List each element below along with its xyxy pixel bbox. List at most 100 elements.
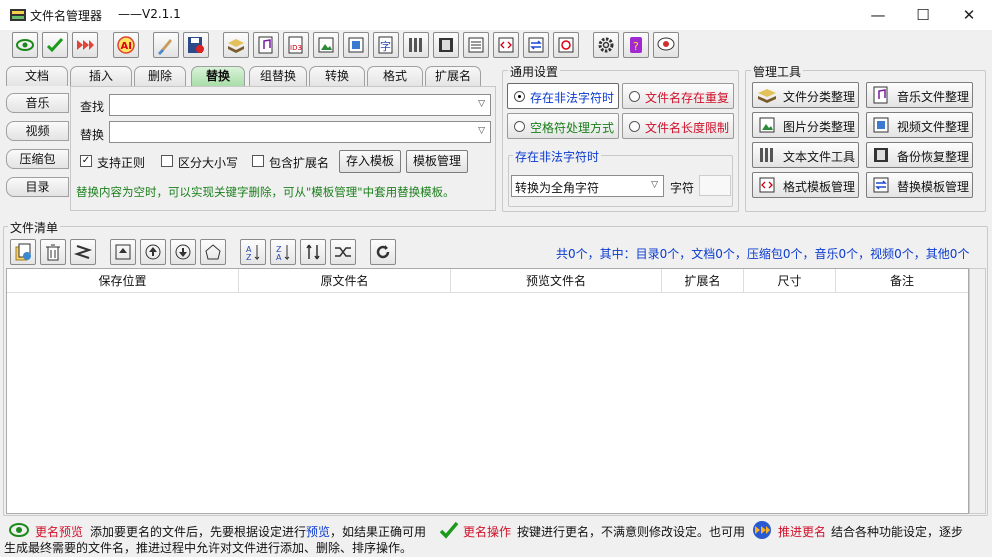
tab-format[interactable]: 格式 [367, 66, 423, 86]
svg-text:A: A [276, 253, 282, 262]
id3-icon[interactable]: ID3 [283, 32, 309, 58]
column-header[interactable]: 原文件名 [239, 269, 451, 293]
film-icon[interactable] [433, 32, 459, 58]
close-button[interactable]: ✕ [946, 0, 992, 30]
tab-delete[interactable]: 删除 [134, 66, 186, 86]
reload-icon[interactable] [370, 239, 396, 265]
move-top-icon[interactable] [110, 239, 136, 265]
sort-za-icon[interactable]: ZA [270, 239, 296, 265]
column-header[interactable]: 保存位置 [7, 269, 239, 293]
move-bottom-icon[interactable] [200, 239, 226, 265]
folder-icon[interactable] [403, 32, 429, 58]
music-icon[interactable] [253, 32, 279, 58]
notes-icon[interactable] [463, 32, 489, 58]
tab-group-replace[interactable]: 组替换 [249, 66, 307, 86]
sort-az-icon[interactable]: AZ [240, 239, 266, 265]
svg-text:Z: Z [246, 253, 252, 262]
sidetab-directory[interactable]: 目录 [6, 177, 69, 197]
svg-text:字: 字 [380, 39, 391, 53]
refresh-icon[interactable] [553, 32, 579, 58]
svg-text:?: ? [633, 40, 639, 53]
help-text-3: 按键进行更名，不满意则修改设定。也可用 [517, 525, 746, 539]
text-icon[interactable]: 字 [373, 32, 399, 58]
replace-input[interactable]: ▽ [109, 121, 491, 143]
svg-text:ID3: ID3 [290, 44, 302, 52]
swap-icon[interactable] [523, 32, 549, 58]
music-organize-button[interactable]: 音乐文件整理 [866, 82, 973, 108]
video-organize-button[interactable]: 视频文件整理 [866, 112, 973, 138]
help-text-4: 结合各种功能设定，逐步 [831, 525, 964, 539]
text-tool-button[interactable]: 文本文件工具 [752, 142, 859, 168]
sidetab-archive[interactable]: 压缩包 [6, 149, 69, 169]
column-header[interactable]: 预览文件名 [451, 269, 662, 293]
move-up-icon[interactable] [140, 239, 166, 265]
sidetab-video[interactable]: 视频 [6, 121, 69, 141]
code-icon [759, 177, 775, 193]
help-text-5: 生成最终需要的文件名，推进过程中允许对文件进行添加、删除、排序操作。 [4, 541, 413, 555]
image-icon[interactable] [313, 32, 339, 58]
code-icon[interactable] [493, 32, 519, 58]
tab-replace[interactable]: 替换 [191, 66, 245, 87]
convert-select[interactable]: 转换为全角字符 ▽ [511, 175, 664, 197]
help-icon[interactable]: ? [623, 32, 649, 58]
rename-icon [439, 521, 459, 539]
preview-link[interactable]: 预览 [306, 523, 330, 540]
reverse-order-icon[interactable] [300, 239, 326, 265]
tools-title: 管理工具 [751, 63, 804, 80]
replace-hint: 替换内容为空时，可以实现关键字删除，可从"模板管理"中套用替换模板。 [76, 185, 455, 199]
case-checkbox[interactable] [161, 155, 173, 167]
help-text-1: 添加要更名的文件后，先要根据设定进行 [90, 525, 307, 539]
vertical-scrollbar[interactable] [969, 268, 986, 514]
save-icon[interactable] [183, 32, 209, 58]
tab-convert[interactable]: 转换 [309, 66, 365, 86]
find-label: 查找 [80, 100, 105, 114]
rename-icon[interactable] [42, 32, 68, 58]
chevron-down-icon: ▽ [478, 99, 485, 109]
settings-title: 通用设置 [508, 63, 561, 80]
regex-checkbox[interactable]: ✓ [80, 155, 92, 167]
photo-icon[interactable] [343, 32, 369, 58]
tab-docs[interactable]: 文档 [6, 66, 68, 86]
svg-text:AI: AI [121, 41, 132, 52]
option-illegal-chars[interactable]: 存在非法字符时 [507, 83, 619, 109]
maximize-button[interactable]: ☐ [900, 0, 946, 30]
clean-icon[interactable] [153, 32, 179, 58]
shuffle-icon[interactable] [330, 239, 356, 265]
find-input[interactable]: ▽ [109, 94, 491, 116]
replace-template-button[interactable]: 替换模板管理 [866, 172, 973, 198]
tab-insert[interactable]: 插入 [70, 66, 132, 86]
tab-extension[interactable]: 扩展名 [425, 66, 481, 86]
option-duplicate-names[interactable]: 文件名存在重复 [622, 83, 734, 109]
sidetab-music[interactable]: 音乐 [6, 93, 69, 113]
books-icon[interactable] [223, 32, 249, 58]
option-space-handling[interactable]: 空格符处理方式 [507, 113, 619, 139]
advance-icon[interactable] [72, 32, 98, 58]
clear-list-icon[interactable] [70, 239, 96, 265]
film-icon [874, 148, 888, 162]
gear-icon[interactable] [593, 32, 619, 58]
photo-icon [873, 117, 889, 133]
move-down-icon[interactable] [170, 239, 196, 265]
manage-template-button[interactable]: 模板管理 [406, 150, 468, 173]
save-template-button[interactable]: 存入模板 [339, 150, 401, 173]
image-classify-button[interactable]: 图片分类整理 [752, 112, 859, 138]
trash-icon[interactable] [40, 239, 66, 265]
chat-icon[interactable] [653, 32, 679, 58]
radio-dot [629, 91, 640, 102]
column-header[interactable]: 扩展名 [662, 269, 744, 293]
advance-icon [753, 521, 771, 539]
backup-restore-button[interactable]: 备份恢复整理 [866, 142, 973, 168]
ext-checkbox[interactable] [252, 155, 264, 167]
minimize-button[interactable]: — [855, 0, 901, 30]
column-header[interactable]: 尺寸 [744, 269, 836, 293]
file-table[interactable]: 保存位置 原文件名 预览文件名 扩展名 尺寸 备注 [6, 268, 969, 514]
ai-icon[interactable]: AI [113, 32, 139, 58]
char-input[interactable] [699, 175, 731, 196]
add-files-icon[interactable] [10, 239, 36, 265]
file-classify-button[interactable]: 文件分类整理 [752, 82, 859, 108]
radio-dot [629, 121, 640, 132]
preview-icon[interactable] [12, 32, 38, 58]
option-length-limit[interactable]: 文件名长度限制 [622, 113, 734, 139]
format-template-button[interactable]: 格式模板管理 [752, 172, 859, 198]
column-header[interactable]: 备注 [836, 269, 968, 293]
